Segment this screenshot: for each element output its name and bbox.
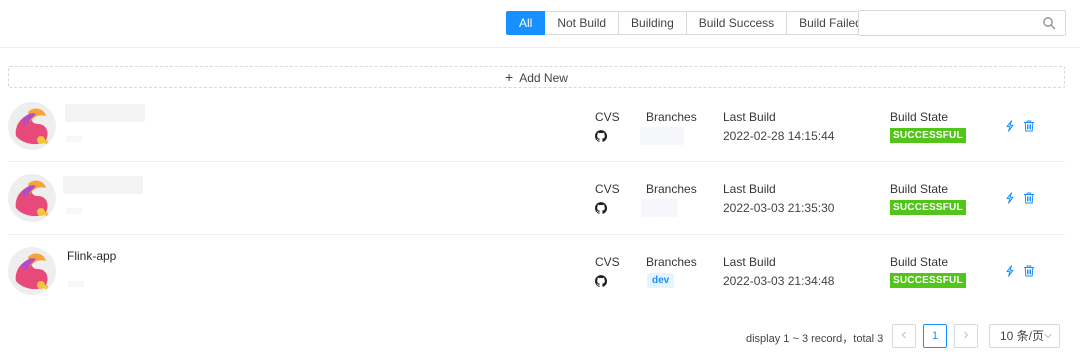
- project-row: CVS Branches Last Build 2022-02-28 14:15…: [8, 92, 1065, 164]
- chevron-left-icon: [901, 331, 906, 339]
- page-size-select[interactable]: 10 条/页: [989, 324, 1060, 348]
- filter-all-button[interactable]: All: [506, 11, 546, 35]
- project-description: [66, 136, 82, 142]
- squirrel-logo-icon: [15, 108, 48, 145]
- page-1-button[interactable]: 1: [923, 324, 947, 348]
- row-divider: [8, 234, 1065, 235]
- filter-build-success-button[interactable]: Build Success: [685, 11, 788, 35]
- row-divider: [8, 161, 1065, 162]
- last-build-label: Last Build: [723, 255, 776, 269]
- page-size-value: 10 条/页: [1000, 329, 1045, 343]
- github-icon[interactable]: [595, 275, 607, 287]
- prev-page-button[interactable]: [892, 324, 916, 348]
- github-icon[interactable]: [595, 202, 607, 214]
- chevron-right-icon: [964, 331, 969, 339]
- project-title[interactable]: Flink-app: [67, 249, 116, 263]
- add-new-button[interactable]: + Add New: [8, 66, 1065, 88]
- search-input[interactable]: [867, 12, 1041, 36]
- search-box: [858, 10, 1066, 36]
- filter-building-button[interactable]: Building: [618, 11, 687, 35]
- status-badge: SUCCESSFUL: [890, 273, 966, 288]
- search-icon[interactable]: [1042, 16, 1056, 30]
- project-title[interactable]: [63, 176, 143, 194]
- last-build-time: 2022-03-03 21:35:30: [723, 201, 835, 215]
- plus-icon: +: [505, 69, 514, 85]
- build-state-label: Build State: [890, 110, 949, 124]
- squirrel-logo-icon: [15, 180, 48, 217]
- project-title[interactable]: [65, 104, 145, 122]
- build-icon[interactable]: [1004, 192, 1016, 204]
- cvs-label: CVS: [595, 182, 620, 196]
- project-description: [66, 208, 82, 214]
- header-divider: [0, 47, 1080, 48]
- build-status-filter: All Not Build Building Build Success Bui…: [506, 11, 875, 35]
- avatar: [8, 247, 56, 295]
- delete-icon[interactable]: [1023, 120, 1035, 132]
- branch-tag: [641, 199, 677, 217]
- status-badge: SUCCESSFUL: [890, 128, 966, 143]
- branch-tag: dev: [647, 273, 675, 288]
- github-icon[interactable]: [595, 130, 607, 142]
- last-build-time: 2022-03-03 21:34:48: [723, 274, 835, 288]
- pagination-summary: display 1 ~ 3 record，total 3: [746, 333, 884, 345]
- project-description: [68, 281, 84, 287]
- squirrel-logo-icon: [15, 253, 48, 290]
- last-build-label: Last Build: [723, 110, 776, 124]
- last-build-label: Last Build: [723, 182, 776, 196]
- branches-label: Branches: [646, 110, 697, 124]
- filter-not-build-button[interactable]: Not Build: [544, 11, 620, 35]
- add-new-label: Add New: [519, 71, 568, 85]
- avatar: [8, 102, 56, 150]
- build-icon[interactable]: [1004, 265, 1016, 277]
- branch-tag: [640, 127, 684, 145]
- project-row: Flink-app CVS Branches dev Last Build 20…: [8, 237, 1065, 309]
- delete-icon[interactable]: [1023, 265, 1035, 277]
- build-icon[interactable]: [1004, 120, 1016, 132]
- branches-label: Branches: [646, 182, 697, 196]
- build-state-label: Build State: [890, 182, 949, 196]
- status-badge: SUCCESSFUL: [890, 200, 966, 215]
- branches-label: Branches: [646, 255, 697, 269]
- chevron-down-icon: [1044, 333, 1052, 339]
- cvs-label: CVS: [595, 255, 620, 269]
- next-page-button[interactable]: [954, 324, 978, 348]
- avatar: [8, 174, 56, 222]
- build-state-label: Build State: [890, 255, 949, 269]
- delete-icon[interactable]: [1023, 192, 1035, 204]
- cvs-label: CVS: [595, 110, 620, 124]
- last-build-time: 2022-02-28 14:15:44: [723, 129, 835, 143]
- project-row: CVS Branches Last Build 2022-03-03 21:35…: [8, 164, 1065, 236]
